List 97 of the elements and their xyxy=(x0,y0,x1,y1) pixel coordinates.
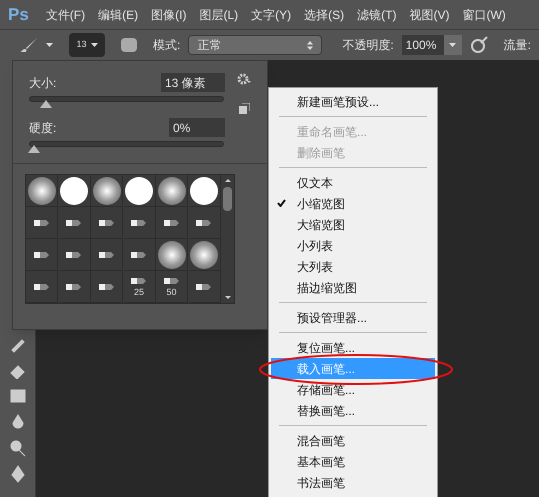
mode-label: 模式: xyxy=(153,37,180,54)
brush-tip-icon xyxy=(196,218,212,226)
size-label: 大小: xyxy=(29,74,56,92)
brush-tip-icon xyxy=(34,250,50,258)
brush-preset[interactable] xyxy=(58,175,90,207)
hard-brush-icon xyxy=(60,176,88,204)
brush-preset[interactable] xyxy=(26,271,58,303)
brush-tip-icon xyxy=(98,250,115,258)
context-menu-item[interactable]: 预设管理器... xyxy=(271,307,435,328)
context-menu-item[interactable]: 小缩览图 xyxy=(271,193,435,214)
flow-label: 流量: xyxy=(504,37,532,54)
caret-icon xyxy=(46,43,53,47)
slider-thumb[interactable] xyxy=(40,100,52,108)
brush-panel-toggle-button[interactable] xyxy=(121,38,137,52)
soft-brush-icon xyxy=(28,176,56,204)
brush-tip-icon xyxy=(66,250,82,258)
brush-tip-icon xyxy=(98,218,115,226)
brush-preset[interactable] xyxy=(156,175,188,207)
brush-size-label: 50 xyxy=(166,286,177,296)
brush-preset[interactable] xyxy=(156,207,188,239)
brush-preset[interactable] xyxy=(188,271,221,303)
menu-item[interactable]: 窗口(W) xyxy=(462,6,506,24)
hard-brush-icon xyxy=(190,176,218,204)
brush-size-value: 13 xyxy=(76,38,86,52)
brush-tip-icon xyxy=(131,250,148,258)
menu-item[interactable]: 图层(L) xyxy=(199,6,238,24)
brush-preset[interactable] xyxy=(188,175,221,207)
menu-item[interactable]: 编辑(E) xyxy=(98,6,138,24)
opacity-field[interactable]: 100% xyxy=(402,35,444,55)
caret-icon xyxy=(90,43,98,47)
brush-tip-icon xyxy=(66,218,82,226)
menu-item[interactable]: 视图(V) xyxy=(409,6,450,24)
brush-preset[interactable] xyxy=(26,175,58,207)
brush-tip-icon xyxy=(34,218,50,226)
menu-item[interactable]: 图像(I) xyxy=(151,6,186,24)
app-logo: Ps xyxy=(8,4,29,26)
mode-select[interactable]: 正常 xyxy=(188,35,322,55)
brush-tip-icon xyxy=(131,276,148,284)
brush-tip-icon xyxy=(66,282,82,290)
brush-preset[interactable] xyxy=(91,271,124,303)
context-menu-item[interactable]: 存储画笔... xyxy=(271,379,435,400)
context-menu-item[interactable]: 大缩览图 xyxy=(271,214,435,235)
brush-tip-icon xyxy=(98,282,115,290)
brush-preset[interactable] xyxy=(58,271,90,303)
brush-preset[interactable] xyxy=(124,239,156,271)
context-menu-item[interactable]: 混合画笔 xyxy=(271,430,435,451)
context-menu-item[interactable]: 仅文本 xyxy=(271,172,435,193)
context-menu-item[interactable]: 大列表 xyxy=(271,256,435,277)
menu-item[interactable]: 选择(S) xyxy=(304,6,344,24)
brush-preset[interactable] xyxy=(26,207,58,239)
menu-item[interactable]: 文字(Y) xyxy=(251,6,292,24)
brush-preset[interactable] xyxy=(124,207,156,239)
brush-size-picker[interactable]: 13 xyxy=(69,33,105,57)
brush-preset[interactable] xyxy=(58,239,90,271)
caret-icon xyxy=(449,43,456,47)
context-menu-item[interactable]: 新建画笔预设... xyxy=(271,91,435,112)
brush-tip-icon xyxy=(164,276,180,284)
magnifier-icon[interactable] xyxy=(8,439,26,457)
brush-preset[interactable]: 50 xyxy=(156,271,188,303)
opacity-label: 不透明度: xyxy=(342,37,394,54)
brush-preset[interactable] xyxy=(188,207,221,239)
brush-preset[interactable] xyxy=(124,175,156,207)
context-menu-item[interactable]: 替换画笔... xyxy=(271,400,435,421)
brush-preset[interactable]: 25 xyxy=(124,271,156,303)
brush-tip-icon xyxy=(131,218,148,226)
context-menu-item[interactable]: 描边缩览图 xyxy=(271,277,435,298)
slider-thumb[interactable] xyxy=(28,145,40,153)
menu-item[interactable]: 滤镜(T) xyxy=(357,6,396,24)
opacity-dropdown-button[interactable] xyxy=(444,35,462,55)
brush-preset[interactable] xyxy=(156,239,188,271)
context-menu-item[interactable]: 小列表 xyxy=(271,235,435,256)
brush-preset[interactable] xyxy=(91,175,124,207)
soft-brush-icon xyxy=(190,240,218,268)
new-preset-icon[interactable] xyxy=(238,103,250,114)
brush-preset[interactable] xyxy=(26,239,58,271)
brush-preset[interactable] xyxy=(58,207,90,239)
context-menu-item[interactable]: 书法画笔 xyxy=(271,472,435,493)
menu-item[interactable]: 文件(F) xyxy=(46,6,86,24)
hardness-field[interactable]: 0% xyxy=(169,118,225,137)
hard-brush-icon xyxy=(125,176,154,204)
brush-tip-icon xyxy=(164,218,180,226)
soft-brush-icon xyxy=(158,176,186,204)
brush-preset[interactable] xyxy=(188,239,221,271)
hardness-label: 硬度: xyxy=(29,120,56,136)
gradient-icon[interactable] xyxy=(8,387,26,405)
context-menu-item[interactable]: 复位画笔... xyxy=(271,337,435,358)
brush-size-label: 25 xyxy=(134,286,144,296)
gear-icon[interactable] xyxy=(237,73,251,85)
brush-preset[interactable] xyxy=(91,207,124,239)
soft-brush-icon xyxy=(92,176,121,204)
soft-brush-icon xyxy=(158,240,186,268)
brush-preset[interactable] xyxy=(91,239,124,271)
brush-tip-icon xyxy=(196,282,212,290)
context-menu-item[interactable]: 基本画笔 xyxy=(271,451,435,472)
brush-tip-icon xyxy=(34,282,50,290)
size-field[interactable]: 13 像素 xyxy=(161,73,225,92)
up-down-arrows-icon xyxy=(307,40,314,50)
